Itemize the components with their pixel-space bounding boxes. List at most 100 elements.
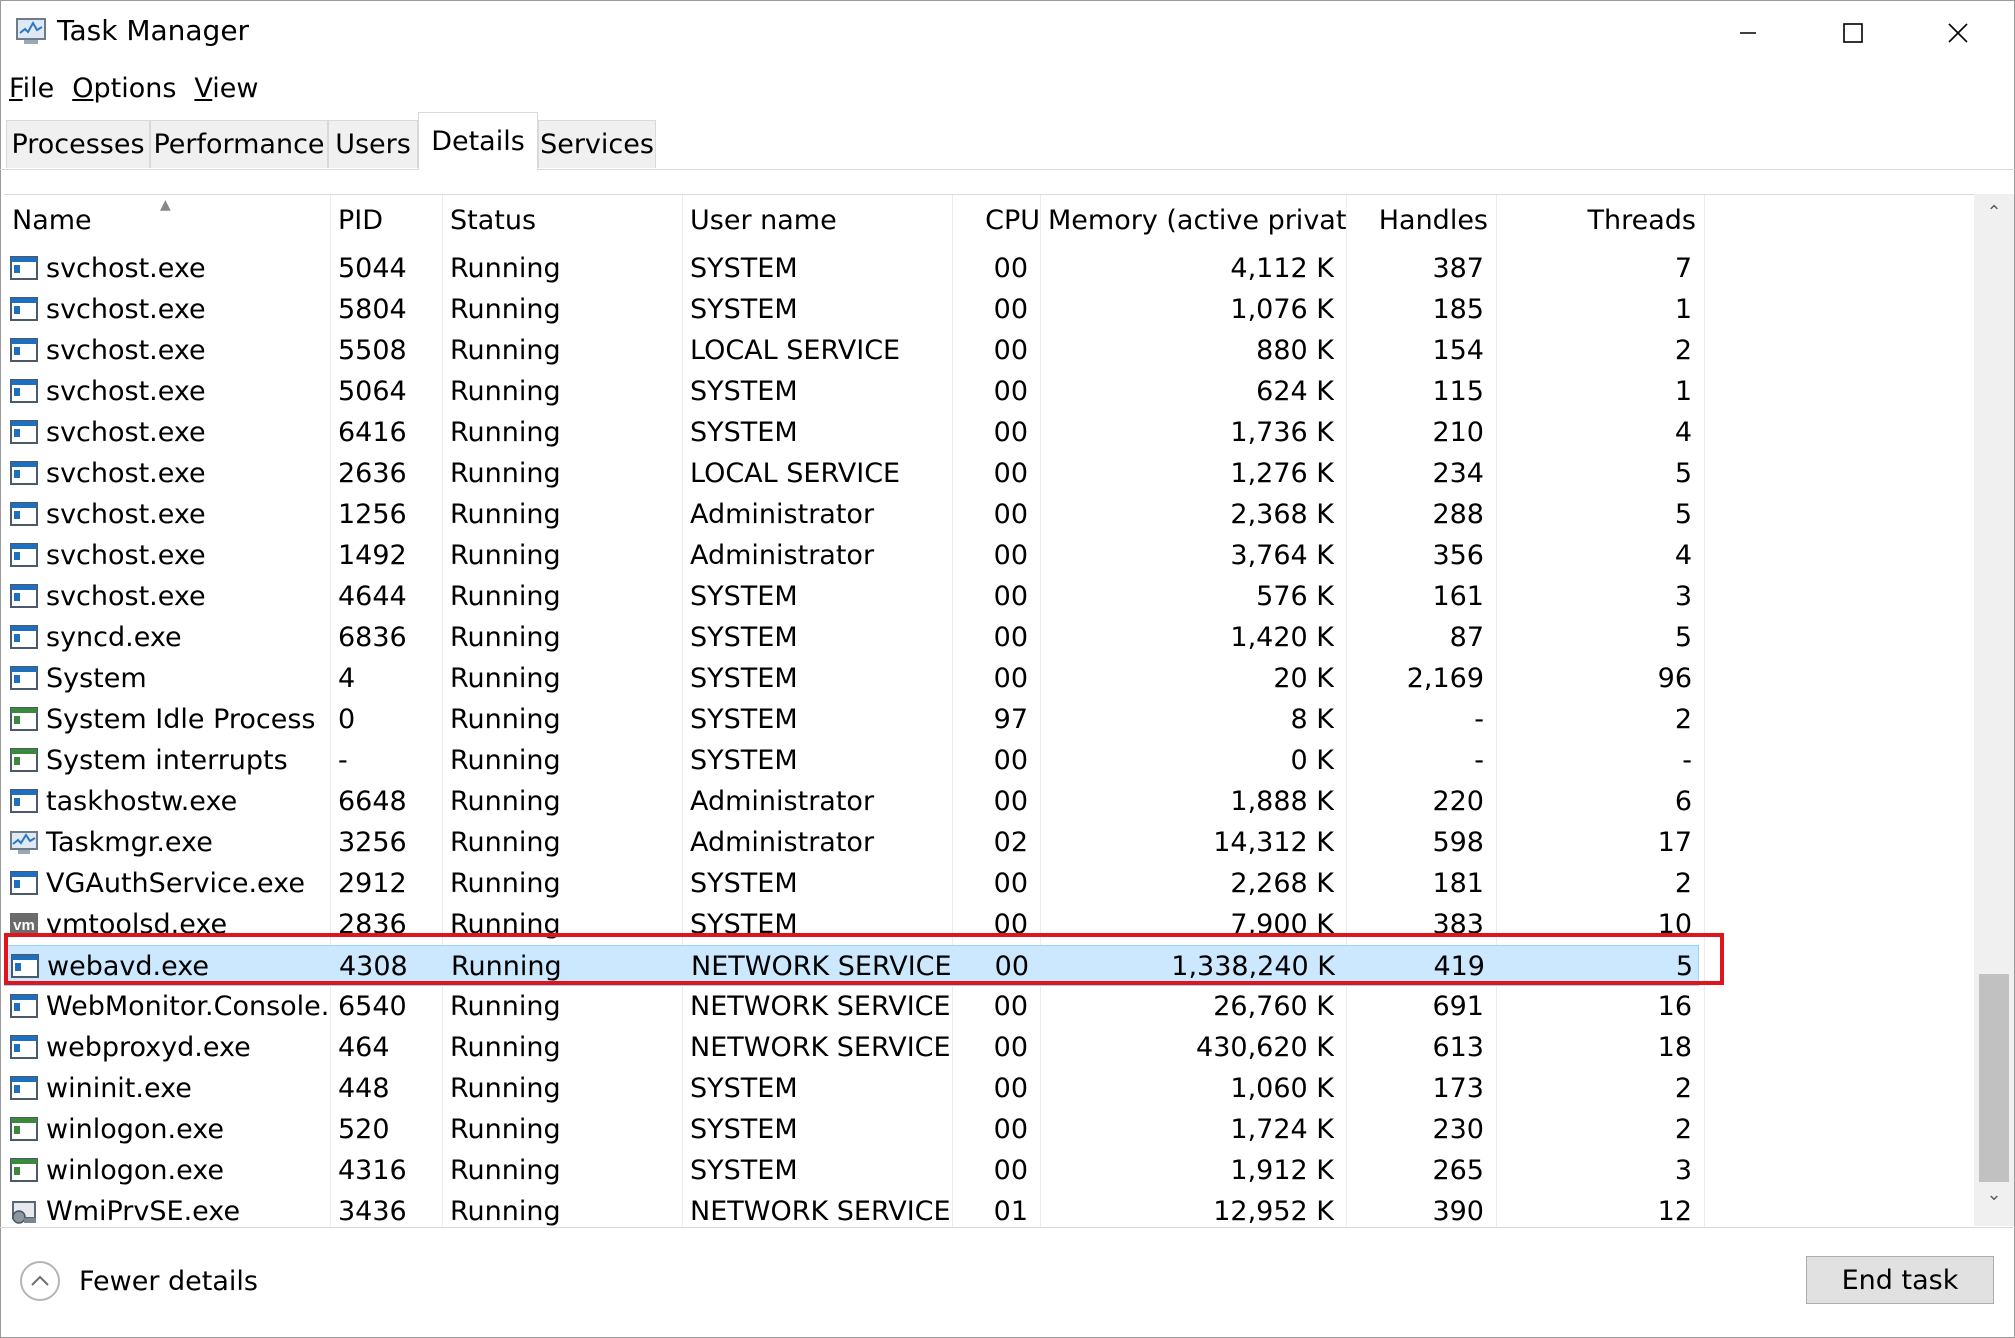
table-row[interactable]: svchost.exe 4644 Running SYSTEM 00 576 K 161 3	[4, 576, 1699, 617]
vertical-scrollbar[interactable]: ⌃ ⌄	[1974, 194, 2014, 1226]
service-window-icon	[10, 338, 38, 362]
table-row[interactable]: System interrupts - Running SYSTEM 00 0 K - -	[4, 740, 1699, 781]
cell-status: Running	[450, 1155, 561, 1186]
svg-text:vm: vm	[13, 917, 35, 934]
tab-processes[interactable]: Processes	[6, 120, 150, 168]
cell-cpu: 00	[993, 745, 1028, 776]
cell-name: System	[4, 658, 330, 699]
service-window-icon	[10, 543, 38, 567]
service-window-icon	[10, 461, 38, 485]
table-row[interactable]: System Idle Process 0 Running SYSTEM 97 8 K - 2	[4, 699, 1699, 740]
table-row[interactable]: taskhostw.exe 6648 Running Administrator 00 1…	[4, 781, 1699, 822]
sort-ascending-icon: ▲	[160, 197, 171, 213]
scrollbar-thumb[interactable]	[1979, 974, 2009, 1182]
menu-view[interactable]: View	[185, 70, 267, 110]
table-row[interactable]: WebMonitor.Console.... 6540 Running NETWORK…	[4, 986, 1699, 1027]
process-name: VGAuthService.exe	[46, 868, 305, 899]
table-row[interactable]: webproxyd.exe 464 Running NETWORK SERVICE 00…	[4, 1027, 1699, 1068]
process-name: svchost.exe	[46, 294, 206, 325]
task-manager-icon	[10, 831, 38, 854]
table-row[interactable]: VGAuthService.exe 2912 Running SYSTEM 00 2,26…	[4, 863, 1699, 904]
process-name: Taskmgr.exe	[46, 827, 213, 858]
cell-name: VGAuthService.exe	[4, 863, 330, 904]
table-row[interactable]: winlogon.exe 4316 Running SYSTEM 00 1,912 K 26…	[4, 1150, 1699, 1191]
table-row[interactable]: WmiPrvSE.exe 3436 Running NETWORK SERVICE 01…	[4, 1191, 1699, 1227]
cell-cpu: 00	[993, 991, 1028, 1022]
cell-user: SYSTEM	[690, 663, 798, 694]
cell-name: syncd.exe	[4, 617, 330, 658]
cell-status: Running	[450, 1032, 561, 1063]
cell-user: SYSTEM	[690, 868, 798, 899]
close-button[interactable]	[1906, 0, 2010, 66]
cell-threads: 10	[1657, 909, 1692, 940]
cell-status: Running	[450, 253, 561, 284]
tab-users[interactable]: Users	[328, 120, 418, 168]
maximize-button[interactable]	[1801, 0, 1905, 66]
cell-handles: 613	[1432, 1032, 1484, 1063]
cell-handles: 387	[1432, 253, 1484, 284]
column-header-user-name[interactable]: User name	[682, 195, 952, 247]
column-header-status[interactable]: Status	[442, 195, 682, 247]
table-row[interactable]: svchost.exe 1256 Running Administrator 00 2,3…	[4, 494, 1699, 535]
cell-status: Running	[450, 827, 561, 858]
column-header-handles[interactable]: Handles	[1346, 195, 1496, 247]
table-row[interactable]: Taskmgr.exe 3256 Running Administrator 02 14,…	[4, 822, 1699, 863]
cell-pid: 1256	[338, 499, 407, 530]
table-row[interactable]: svchost.exe 5804 Running SYSTEM 00 1,076 K 185…	[4, 289, 1699, 330]
cell-name: WebMonitor.Console....	[4, 986, 330, 1027]
cell-handles: 288	[1432, 499, 1484, 530]
table-row[interactable]: syncd.exe 6836 Running SYSTEM 00 1,420 K 87 5	[4, 617, 1699, 658]
cell-pid: 520	[338, 1114, 390, 1145]
table-row[interactable]: System 4 Running SYSTEM 00 20 K 2,169 96	[4, 658, 1699, 699]
cell-threads: 3	[1674, 581, 1692, 612]
cell-memory: 1,912 K	[1230, 1155, 1334, 1186]
table-row[interactable]: winlogon.exe 520 Running SYSTEM 00 1,724 K 230…	[4, 1109, 1699, 1150]
cell-status: Running	[450, 622, 561, 653]
cell-status: Running	[450, 1073, 561, 1104]
column-header-memory[interactable]: Memory (active private...	[1040, 195, 1346, 247]
column-header-threads[interactable]: Threads	[1496, 195, 1704, 247]
cell-handles: 181	[1432, 868, 1484, 899]
service-window-icon	[10, 1035, 38, 1059]
table-row[interactable]: svchost.exe 2636 Running LOCAL SERVICE 00 1,2…	[4, 453, 1699, 494]
table-row[interactable]: wininit.exe 448 Running SYSTEM 00 1,060 K 173 2	[4, 1068, 1699, 1109]
tab-services[interactable]: Services	[538, 120, 656, 168]
service-window-icon	[10, 789, 38, 813]
table-row[interactable]: svchost.exe 5044 Running SYSTEM 00 4,112 K 387…	[4, 248, 1699, 289]
cell-status: Running	[450, 294, 561, 325]
cell-name: winlogon.exe	[4, 1150, 330, 1191]
end-task-button[interactable]: End task	[1806, 1256, 1994, 1304]
fewer-details-toggle[interactable]: Fewer details	[20, 1261, 258, 1301]
column-header-cpu[interactable]: CPU	[952, 195, 1040, 247]
service-window-icon	[10, 297, 38, 321]
process-name: syncd.exe	[46, 622, 182, 653]
column-header-pid[interactable]: PID	[330, 195, 442, 247]
scroll-up-arrow-icon[interactable]: ⌃	[1974, 202, 2014, 238]
cell-handles: 598	[1432, 827, 1484, 858]
minimize-button[interactable]	[1696, 0, 1800, 66]
menu-file[interactable]: File	[0, 70, 63, 110]
table-row[interactable]: vm vmtoolsd.exe 2836 Running SYSTEM 00 7,900 K…	[4, 904, 1699, 945]
process-name: winlogon.exe	[46, 1155, 224, 1186]
column-separator[interactable]	[1704, 195, 1705, 1227]
cell-cpu: 00	[993, 499, 1028, 530]
cell-name: wininit.exe	[4, 1068, 330, 1109]
table-row[interactable]: svchost.exe 5508 Running LOCAL SERVICE 00 880…	[4, 330, 1699, 371]
cell-handles: 234	[1432, 458, 1484, 489]
tab-details[interactable]: Details	[418, 112, 538, 170]
cell-threads: 2	[1674, 868, 1692, 899]
cell-cpu: 00	[993, 581, 1028, 612]
cell-status: Running	[451, 951, 562, 982]
cell-pid: -	[338, 745, 348, 776]
table-row[interactable]: svchost.exe 1492 Running Administrator 00 3,7…	[4, 535, 1699, 576]
table-row[interactable]: svchost.exe 6416 Running SYSTEM 00 1,736 K 210…	[4, 412, 1699, 453]
cell-user: Administrator	[690, 827, 875, 858]
menu-options[interactable]: Options	[63, 70, 185, 110]
cell-handles: 691	[1432, 991, 1484, 1022]
tab-performance[interactable]: Performance	[150, 120, 328, 168]
table-row[interactable]: svchost.exe 5064 Running SYSTEM 00 624 K 115 1	[4, 371, 1699, 412]
table-row-selected[interactable]: webavd.exe 4308 Running NETWORK SERVICE 00 1,…	[4, 945, 1699, 986]
title-bar[interactable]: Task Manager	[0, 0, 2015, 66]
scroll-down-arrow-icon[interactable]: ⌄	[1974, 1184, 2014, 1220]
cell-handles: 220	[1432, 786, 1484, 817]
